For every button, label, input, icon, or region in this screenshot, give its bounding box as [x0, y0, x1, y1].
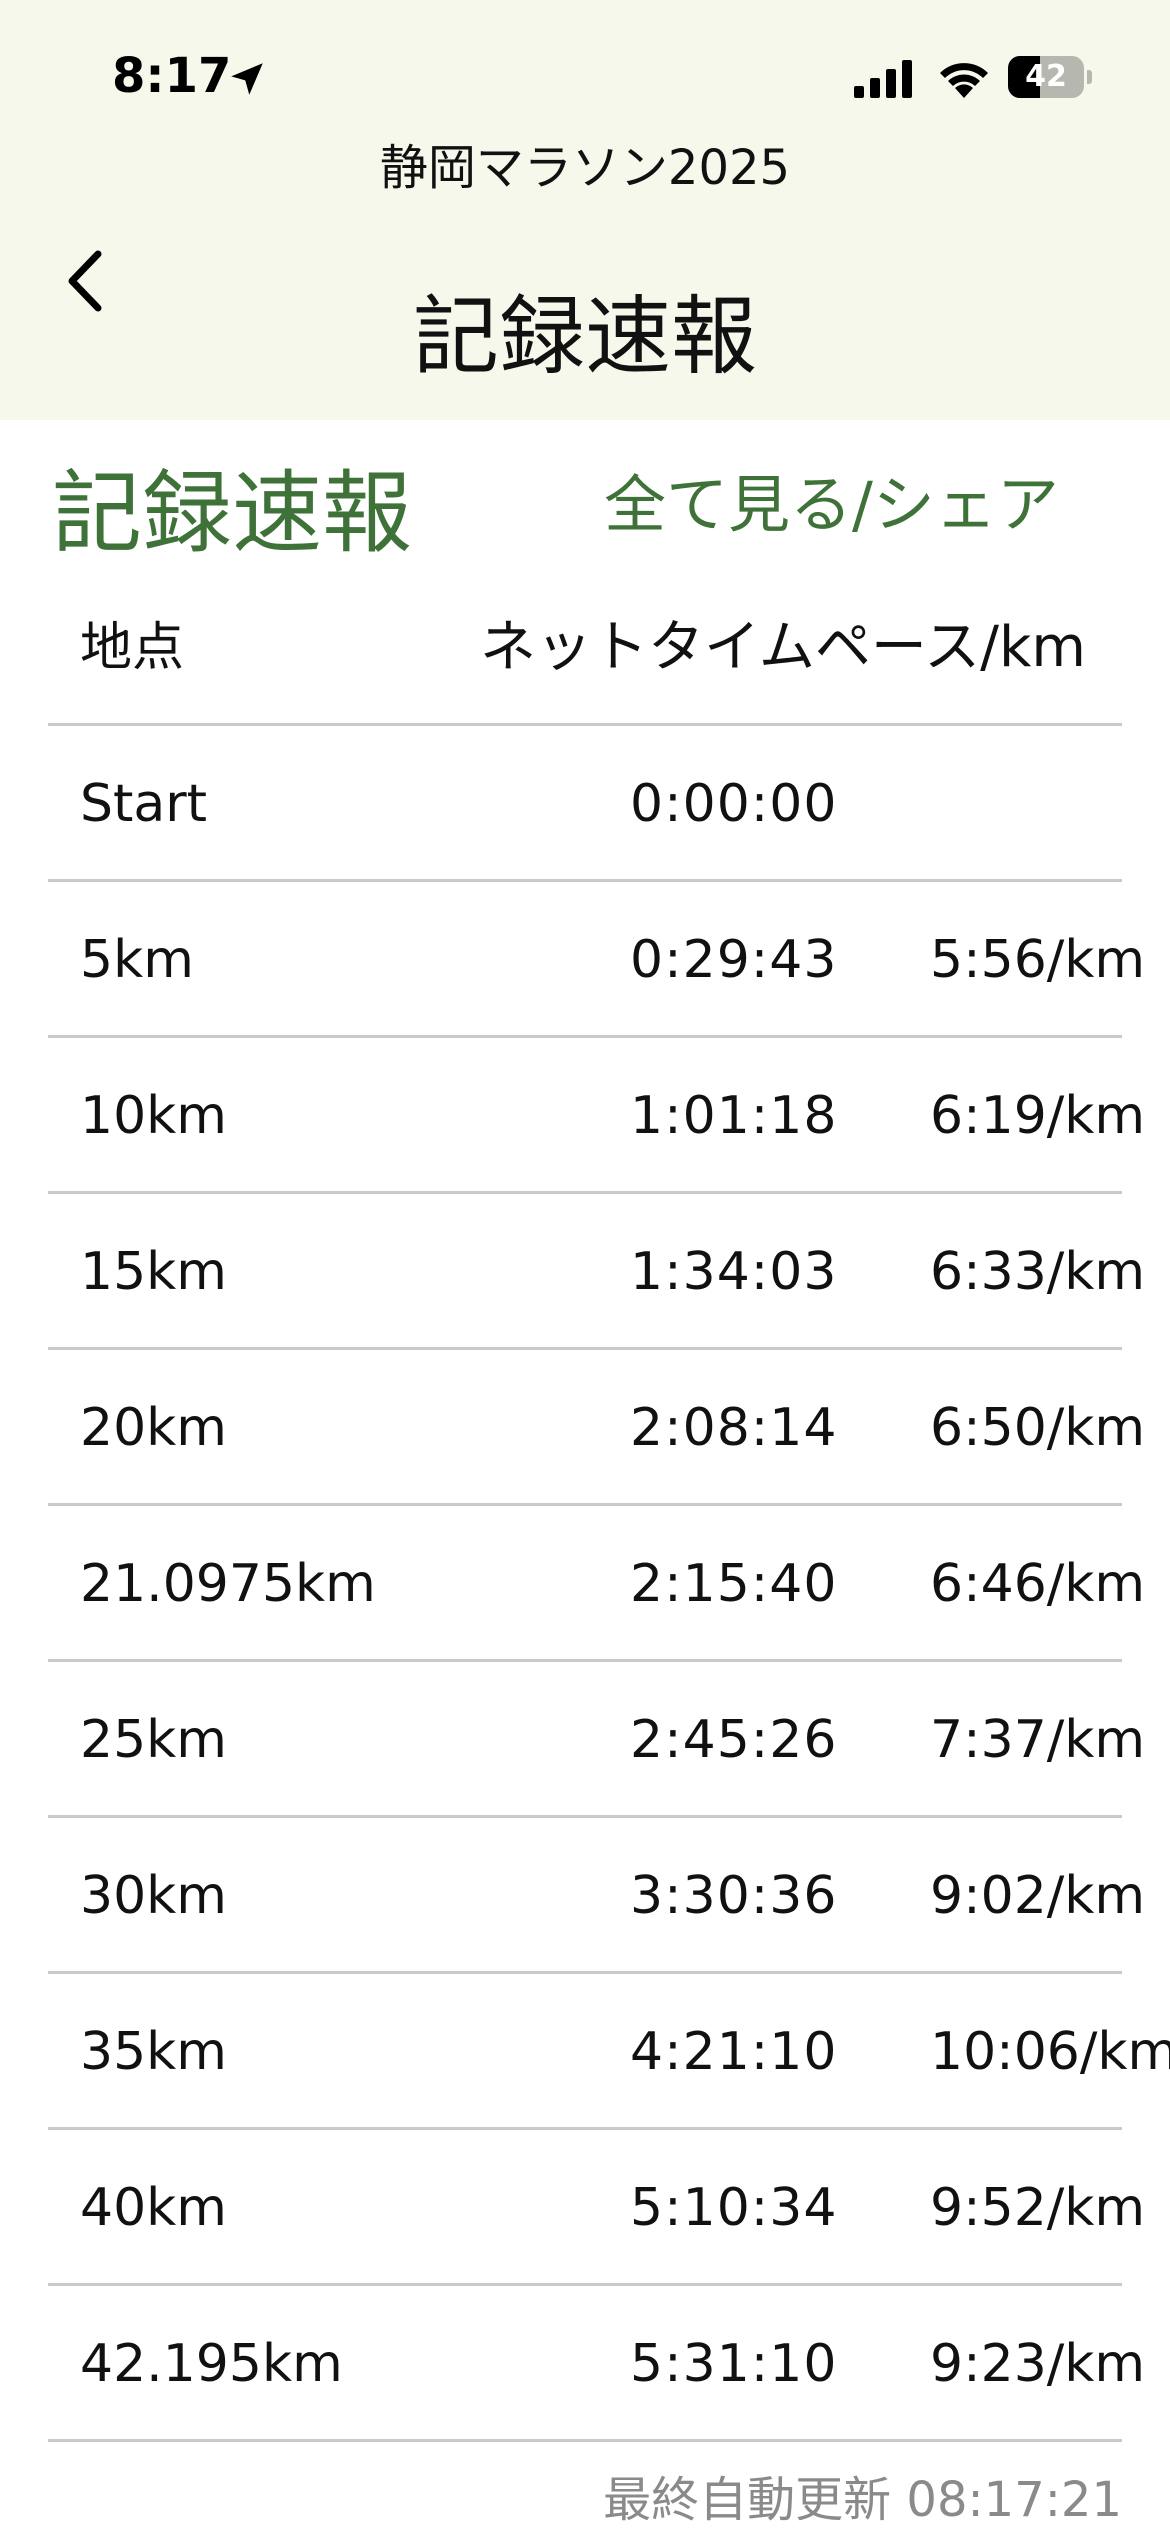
row-point: 35km [80, 2022, 227, 2082]
table-row: 10km 1:01:18 6:19/km [0, 1038, 1170, 1194]
page-title: 記録速報 [413, 287, 757, 387]
table-row: 42.195km 5:31:10 9:23/km [0, 2286, 1170, 2442]
row-point: 15km [80, 1242, 227, 1302]
row-net-time: 3:30:36 [630, 1866, 838, 1926]
table-row: 30km 3:30:36 9:02/km [0, 1818, 1170, 1974]
table-header-row: 地点 ネットタイムペース/km [0, 570, 1170, 726]
row-point: 25km [80, 1710, 227, 1770]
table-row: 5km 0:29:43 5:56/km [0, 882, 1170, 1038]
location-arrow-icon [231, 63, 263, 95]
row-net-time: 4:21:10 [630, 2022, 838, 2082]
row-point: 30km [80, 1866, 227, 1926]
table-row: 25km 2:45:26 7:37/km [0, 1662, 1170, 1818]
row-pace: 7:37/km [930, 1710, 1146, 1770]
row-net-time: 5:10:34 [630, 2178, 838, 2238]
header-time-pace: ネットタイムペース/km [480, 570, 1086, 726]
table-row: 40km 5:10:34 9:52/km [0, 2130, 1170, 2286]
cellular-signal-icon [854, 60, 912, 98]
row-net-time: 1:01:18 [630, 1086, 838, 1146]
header-net-time: ネットタイム [480, 615, 815, 680]
row-pace: 5:56/km [930, 930, 1146, 990]
row-net-time: 0:00:00 [630, 774, 838, 834]
table-row: 20km 2:08:14 6:50/km [0, 1350, 1170, 1506]
battery-indicator: 42 [1008, 56, 1092, 98]
row-net-time: 0:29:43 [630, 930, 838, 990]
row-point: 20km [80, 1398, 227, 1458]
row-point: 42.195km [80, 2334, 343, 2394]
row-pace: 9:02/km [930, 1866, 1146, 1926]
row-pace: 9:23/km [930, 2334, 1146, 2394]
last-updated-text: 最終自動更新 08:17:21 [603, 2472, 1122, 2528]
battery-cap [1087, 70, 1092, 84]
page-subtitle: 静岡マラソン2025 [379, 140, 791, 196]
row-point: Start [80, 774, 208, 834]
row-point: 10km [80, 1086, 227, 1146]
row-net-time: 2:45:26 [630, 1710, 838, 1770]
table-row: 21.0975km 2:15:40 6:46/km [0, 1506, 1170, 1662]
status-time: 8:17 [112, 48, 232, 104]
row-net-time: 5:31:10 [630, 2334, 838, 2394]
header-pace: ペース/km [814, 615, 1086, 680]
row-pace: 6:19/km [930, 1086, 1146, 1146]
view-all-share-link[interactable]: 全て見る/シェア [604, 454, 1059, 544]
row-pace: 6:50/km [930, 1398, 1146, 1458]
table-row: 35km 4:21:10 10:06/km [0, 1974, 1170, 2130]
table-row: 15km 1:34:03 6:33/km [0, 1194, 1170, 1350]
row-net-time: 2:15:40 [630, 1554, 838, 1614]
wifi-icon [940, 63, 988, 98]
row-point: 5km [80, 930, 194, 990]
row-net-time: 1:34:03 [630, 1242, 838, 1302]
battery-body: 42 [1008, 56, 1084, 98]
battery-level: 42 [1025, 59, 1067, 94]
section-title: 記録速報 [52, 461, 412, 566]
app-header: 8:17 42 静岡マラソン2025 記録速報 [0, 0, 1170, 420]
split-times-table: 地点 ネットタイムペース/km Start 0:00:00 5km 0:29:43 5:… [0, 570, 1170, 2442]
table-row: Start 0:00:00 [0, 726, 1170, 882]
row-net-time: 2:08:14 [630, 1398, 838, 1458]
row-pace: 9:52/km [930, 2178, 1146, 2238]
header-point: 地点 [80, 618, 185, 678]
row-pace: 6:46/km [930, 1554, 1146, 1614]
row-point: 40km [80, 2178, 227, 2238]
row-pace: 10:06/km [930, 2022, 1170, 2082]
row-pace: 6:33/km [930, 1242, 1146, 1302]
row-point: 21.0975km [80, 1554, 376, 1614]
